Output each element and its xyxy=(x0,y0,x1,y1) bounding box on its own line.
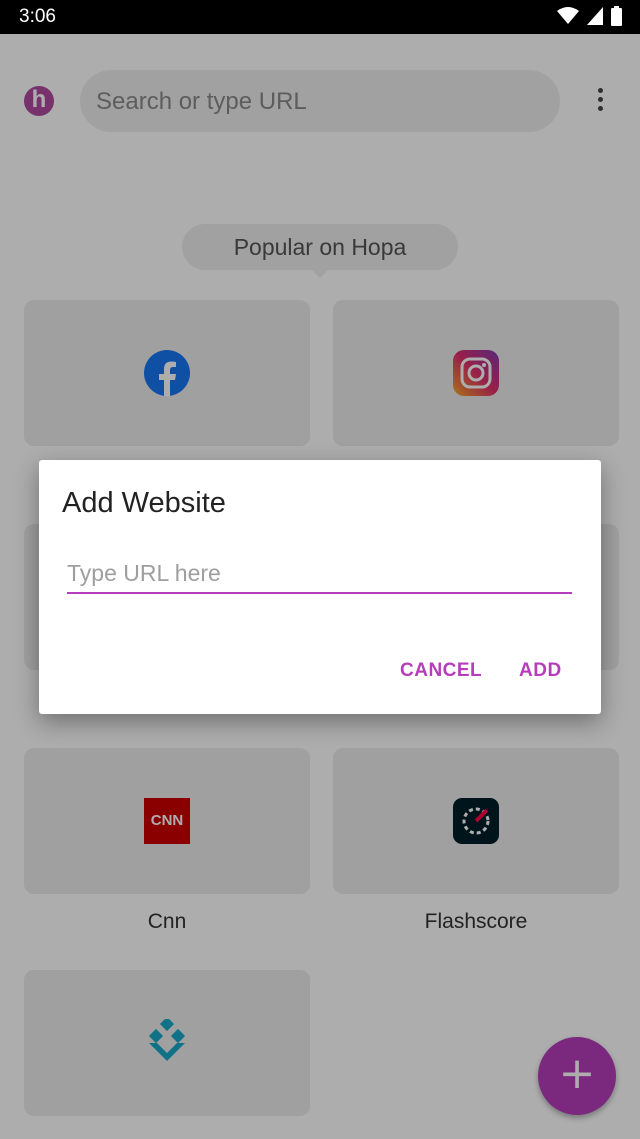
cell-signal-icon xyxy=(587,7,603,25)
cancel-button[interactable]: CANCEL xyxy=(392,656,490,686)
battery-icon xyxy=(611,6,622,26)
dialog-title: Add Website xyxy=(62,487,226,519)
add-website-dialog: Add Website CANCEL ADD xyxy=(39,460,601,714)
status-bar: 3:06 xyxy=(0,0,640,34)
status-time: 3:06 xyxy=(19,6,56,27)
wifi-icon xyxy=(557,7,579,25)
status-icons xyxy=(557,6,622,26)
add-button[interactable]: ADD xyxy=(511,656,570,686)
url-input[interactable] xyxy=(67,554,572,594)
